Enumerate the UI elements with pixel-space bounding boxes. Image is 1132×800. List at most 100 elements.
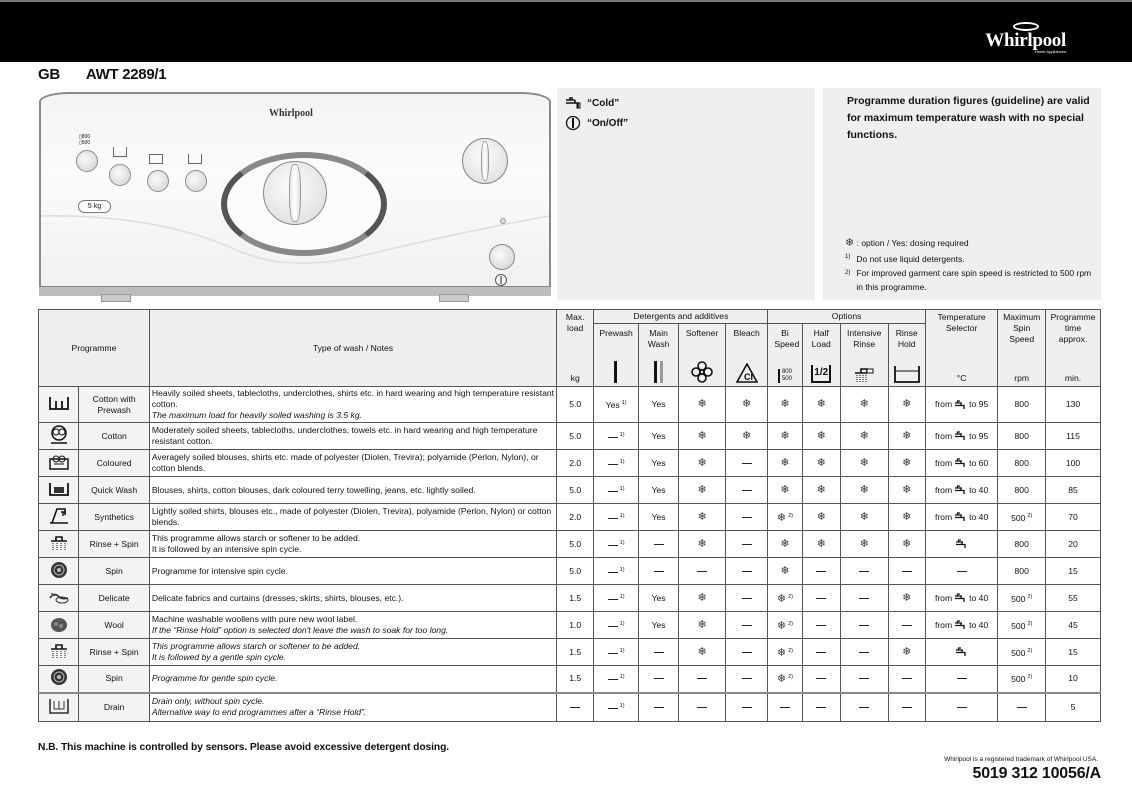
bleach (724, 611, 769, 639)
softener (678, 665, 726, 693)
bi-speed: ❄ (767, 530, 803, 558)
spin-speed: 500 2) (997, 503, 1047, 531)
softener: ❄ (678, 638, 726, 666)
cotton-icon (48, 424, 70, 447)
cold-tap-icon (565, 97, 585, 109)
not-applicable-dash (741, 597, 752, 599)
half-load: ❄ (801, 422, 841, 450)
option-snowflake-icon: ❄ (859, 510, 869, 523)
panel-base (39, 286, 551, 302)
programme-name: Spin (78, 665, 150, 693)
softener: ❄ (678, 449, 726, 477)
rinse-hold (887, 692, 926, 722)
spin-speed: 500 2) (997, 665, 1047, 693)
table-row: Delicate Delicate fabrics and curtains (d… (37, 584, 1101, 612)
trademark-note: Whirlpool is a registered trademark of W… (944, 756, 1098, 763)
max-load: 5.0 (556, 386, 595, 423)
half-load (801, 638, 841, 666)
bi-speed: ❄ (767, 557, 803, 585)
half-load: ❄ (801, 476, 841, 504)
temperature: from to 40 (924, 584, 999, 612)
max-load: 1.0 (556, 611, 595, 639)
programme-time: 70 (1045, 503, 1101, 531)
main-wash-compartment-icon (639, 359, 678, 383)
option-snowflake-icon: ❄ (697, 591, 707, 604)
option-snowflake-icon: ❄ (859, 456, 869, 469)
drain-symbol-cell (37, 692, 80, 722)
temperature: from to 60 (924, 449, 999, 477)
softener: ❄ (678, 422, 726, 450)
programme-time: 15 (1045, 638, 1101, 666)
main-wash (637, 638, 680, 666)
not-applicable-dash (653, 678, 664, 680)
temperature (924, 638, 999, 666)
drain-icon (48, 698, 70, 716)
not-applicable-dash (607, 436, 618, 438)
not-applicable-dash (859, 706, 870, 708)
cotton-symbol-cell (37, 422, 80, 450)
option-snowflake-icon: ❄ (776, 646, 787, 659)
max-load: 5.0 (556, 476, 595, 504)
intensive-rinse: ❄ (839, 476, 889, 504)
bleach (724, 557, 769, 585)
option-snowflake-icon: ❄ (780, 456, 790, 469)
option-snowflake-icon: ❄ (697, 429, 707, 442)
bleach (724, 665, 769, 693)
wash-description: Blouses, shirts, cotton blouses, dark co… (148, 476, 558, 504)
footnotes: ❄ : option / Yes: dosing required 1) Do n… (845, 236, 1095, 294)
not-applicable-dash (697, 706, 708, 708)
programme-name: Rinse + Spin (78, 530, 150, 558)
rinse-hold-tub-icon (889, 359, 925, 383)
table-row: Spin Programme for intensive spin cycle. 5… (37, 557, 1101, 585)
not-applicable-dash (859, 678, 870, 680)
softener: ❄ (678, 476, 726, 504)
table-row: Rinse + Spin This programme allows starch… (37, 530, 1101, 558)
spin-icon (50, 669, 68, 688)
bleach: ❄ (724, 386, 769, 423)
half-load (801, 557, 841, 585)
table-row: Cotton Moderately soiled sheets, tableclo… (37, 422, 1101, 450)
load-badge: 5 kg (78, 200, 111, 213)
table-row: Rinse + Spin This programme allows starch… (37, 638, 1101, 666)
rinse-hold-button (185, 170, 207, 192)
wash-description: This programme allows starch or softener… (148, 530, 558, 558)
spin-icon (50, 561, 68, 581)
spin-speed: 500 2) (997, 638, 1047, 666)
cold-tap-icon (955, 512, 965, 522)
main-wash: Yes (637, 611, 680, 639)
not-applicable-dash (697, 678, 708, 680)
half-load: ❄ (801, 503, 841, 531)
bleach (724, 692, 769, 722)
half-load (801, 611, 841, 639)
wash-description: Lightly soiled shirts, blouses etc., mad… (148, 503, 558, 531)
rinse-hold (887, 557, 926, 585)
quick-wash-symbol-cell (37, 476, 80, 504)
not-applicable-dash (741, 462, 752, 464)
bleach-triangle-icon: Cl (726, 359, 767, 383)
spin-speed: 800 (997, 557, 1047, 585)
not-applicable-dash (956, 570, 967, 572)
header-bar: Whirlpool Home Appliances (0, 0, 1132, 62)
option-snowflake-icon: ❄ (742, 398, 752, 410)
softener: ❄ (678, 386, 726, 423)
header-bi-speed: Bi Speed 800 500 (767, 323, 803, 387)
cold-tap-icon (955, 458, 965, 468)
rinse-hold (887, 611, 926, 639)
programme-name: Drain (78, 692, 150, 722)
option-snowflake-icon: ❄ (902, 398, 912, 410)
half-load-button (109, 164, 131, 186)
half-load-icon: 1/2 (803, 359, 840, 383)
table-row: Quick Wash Blouses, shirts, cotton blouse… (37, 476, 1101, 504)
softener: ❄ (678, 530, 726, 558)
bispeed-label-icon: ▯800 ▯500 (79, 134, 91, 146)
programme-time: 15 (1045, 557, 1101, 585)
max-load: 2.0 (556, 449, 595, 477)
main-wash: Yes (637, 422, 680, 450)
not-applicable-dash (816, 624, 827, 626)
max-load: 1.5 (556, 638, 595, 666)
max-load: 1.5 (556, 584, 595, 612)
not-applicable-dash (741, 678, 752, 680)
brand-name: Whirlpool (985, 30, 1066, 51)
not-applicable-dash (779, 706, 790, 708)
half-load: ❄ (801, 449, 841, 477)
